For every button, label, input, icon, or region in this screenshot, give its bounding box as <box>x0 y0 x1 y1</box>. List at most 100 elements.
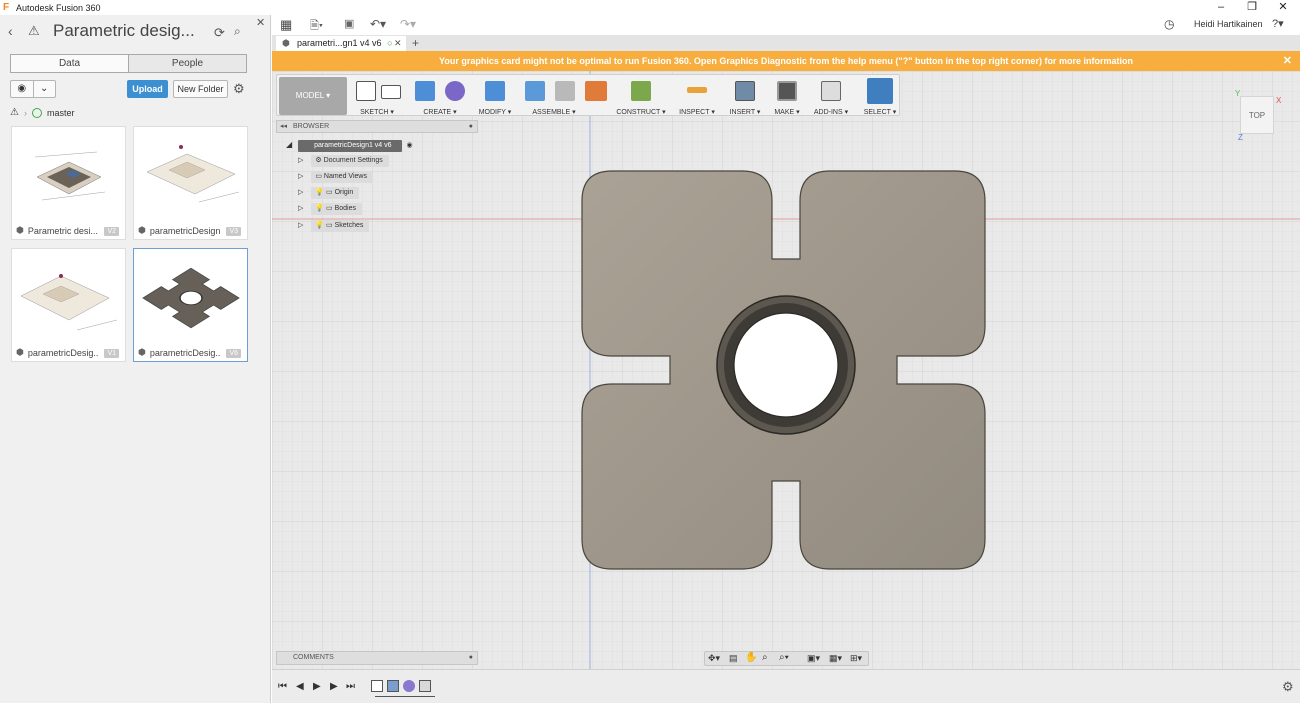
collapse-icon[interactable]: ◢ <box>286 140 292 149</box>
rigid-group-icon[interactable] <box>585 81 607 101</box>
file-card[interactable]: ⬢ Parametric desi... V2 <box>11 126 126 240</box>
browser-item-named-views[interactable]: ▷ ▭ Named Views <box>298 171 373 183</box>
close-banner-icon[interactable]: ✕ <box>1283 51 1292 71</box>
timeline-extrude-icon[interactable] <box>387 680 399 692</box>
view-toggle[interactable]: ◉ ⌄ <box>10 80 56 98</box>
new-component-icon[interactable] <box>525 81 545 101</box>
workspace-switcher[interactable]: MODEL ▾ <box>279 77 347 115</box>
assemble-menu[interactable]: ASSEMBLE ▾ <box>521 75 607 117</box>
timeline-feature-icon[interactable] <box>419 680 431 692</box>
go-to-start-icon[interactable]: ⏮ <box>278 681 287 692</box>
grid-settings-icon[interactable]: ▦▾ <box>829 653 842 664</box>
file-menu-icon[interactable]: 🗎▾ <box>310 17 323 36</box>
tab-data[interactable]: Data <box>11 55 129 72</box>
display-settings-icon[interactable]: ▣▾ <box>807 653 820 664</box>
visibility-bulb-icon[interactable]: 💡 <box>315 222 324 229</box>
select-menu[interactable]: SELECT ▾ <box>861 75 899 117</box>
job-status-icon[interactable]: ◷ <box>1164 17 1174 31</box>
sculpt-icon[interactable] <box>445 81 465 101</box>
zoom-icon[interactable]: ⌕ <box>762 652 768 663</box>
tab-people[interactable]: People <box>129 55 246 72</box>
browser-item-document-settings[interactable]: ▷ ⚙ Document Settings <box>298 155 389 167</box>
step-forward-icon[interactable]: ▶ <box>330 681 338 692</box>
select-icon[interactable] <box>867 78 893 104</box>
insert-menu[interactable]: INSERT ▾ <box>725 75 765 117</box>
comments-options-icon[interactable]: ● <box>469 652 473 664</box>
measure-icon[interactable] <box>687 87 707 93</box>
extrude-icon[interactable] <box>415 81 435 101</box>
restore-button[interactable]: ❐ <box>1237 0 1267 15</box>
modify-menu[interactable]: MODIFY ▾ <box>475 75 515 117</box>
eye-icon[interactable]: ◉ <box>11 81 33 97</box>
upload-button[interactable]: Upload <box>127 80 168 98</box>
browser-item-bodies[interactable]: ▷ 💡 ▭ Bodies <box>298 203 362 215</box>
design-canvas[interactable] <box>272 71 1300 669</box>
expand-icon[interactable]: ▷ <box>298 173 303 180</box>
orbit-icon[interactable]: ✥▾ <box>708 653 720 664</box>
play-icon[interactable]: ▶ <box>313 681 321 692</box>
refresh-icon[interactable]: ⟳ <box>214 25 225 41</box>
gear-icon[interactable]: ⚙ <box>233 81 245 97</box>
create-menu[interactable]: CREATE ▾ <box>407 75 473 117</box>
search-icon[interactable]: ⌕ <box>234 24 241 39</box>
sketch-menu[interactable]: SKETCH ▾ <box>351 75 403 117</box>
fit-icon[interactable]: ⌕▾ <box>779 652 789 663</box>
scripts-icon[interactable] <box>821 81 841 101</box>
close-tab-icon[interactable]: ✕ <box>394 36 402 51</box>
chevron-down-icon[interactable]: ⌄ <box>32 81 56 97</box>
make-menu[interactable]: MAKE ▾ <box>769 75 805 117</box>
file-card[interactable]: ⬢ parametricDesig... V1 <box>11 248 126 362</box>
look-at-icon[interactable]: ▤ <box>729 653 738 664</box>
collapse-browser-icon[interactable]: ◂◂ <box>280 121 287 132</box>
press-pull-icon[interactable] <box>485 81 505 101</box>
browser-root[interactable]: ◢ parametricDesign1 v4 v6 ◉ <box>286 139 413 152</box>
visibility-bulb-icon[interactable]: 💡 <box>315 205 324 212</box>
browser-item-sketches[interactable]: ▷ 💡 ▭ Sketches <box>298 220 370 232</box>
timeline-form-icon[interactable] <box>403 680 415 692</box>
visibility-bulb-icon[interactable]: 💡 <box>315 189 324 196</box>
expand-icon[interactable]: ▷ <box>298 157 303 164</box>
3d-print-icon[interactable] <box>777 81 797 101</box>
gear-icon[interactable]: ⚙ <box>1282 679 1294 695</box>
grid-menu-icon[interactable]: ▦ <box>280 17 292 33</box>
joint-icon[interactable] <box>555 81 575 101</box>
save-icon[interactable]: ▣ <box>344 17 354 30</box>
expand-icon[interactable]: ▷ <box>298 205 303 212</box>
viewports-icon[interactable]: ⊞▾ <box>850 653 862 664</box>
undo-icon[interactable]: ↶▾ <box>370 17 386 31</box>
activate-icon[interactable]: ◉ <box>407 142 413 149</box>
close-panel-icon[interactable]: ✕ <box>256 16 265 29</box>
sketch-rectangle-icon[interactable] <box>381 85 401 99</box>
insert-image-icon[interactable] <box>735 81 755 101</box>
browser-panel-header[interactable]: ◂◂ BROWSER ● <box>276 120 478 133</box>
browser-item-origin[interactable]: ▷ 💡 ▭ Origin <box>298 187 360 199</box>
expand-icon[interactable]: ▷ <box>298 189 303 196</box>
step-back-icon[interactable]: ◀ <box>296 681 304 692</box>
back-icon[interactable]: ‹ <box>8 23 13 39</box>
timeline-sketch-icon[interactable] <box>371 680 383 692</box>
viewcube[interactable]: TOP <box>1240 96 1274 134</box>
pan-icon[interactable]: ✋ <box>745 652 757 663</box>
new-tab-icon[interactable]: + <box>412 36 419 50</box>
redo-icon[interactable]: ↷▾ <box>400 17 416 31</box>
construct-menu[interactable]: CONSTRUCT ▾ <box>613 75 669 117</box>
minimize-button[interactable]: – <box>1206 0 1236 15</box>
inspect-menu[interactable]: INSPECT ▾ <box>675 75 719 117</box>
help-icon[interactable]: ?▾ <box>1272 17 1284 30</box>
file-card[interactable]: ⬢ parametricDesign1 V3 <box>133 126 248 240</box>
document-tab[interactable]: ⬢ parametri...gn1 v4 v6 ○ ✕ <box>276 36 406 51</box>
file-card-selected[interactable]: ⬢ parametricDesig... V6 <box>133 248 248 362</box>
comments-panel[interactable]: COMMENTS ● <box>276 651 478 665</box>
create-sketch-icon[interactable] <box>356 81 376 101</box>
grid-viewport[interactable] <box>272 71 1300 669</box>
add-ins-menu[interactable]: ADD-INS ▾ <box>809 75 853 117</box>
expand-icon[interactable]: ▷ <box>298 222 303 229</box>
go-to-end-icon[interactable]: ⏭ <box>346 681 355 692</box>
browser-options-icon[interactable]: ● <box>469 121 473 132</box>
user-name[interactable]: Heidi Hartikainen <box>1194 19 1263 29</box>
home-icon[interactable]: ⚠ <box>10 107 19 118</box>
new-folder-button[interactable]: New Folder <box>173 80 228 98</box>
close-window-button[interactable]: ✕ <box>1268 0 1298 15</box>
offset-plane-icon[interactable] <box>631 81 651 101</box>
branch-name[interactable]: master <box>47 108 75 118</box>
